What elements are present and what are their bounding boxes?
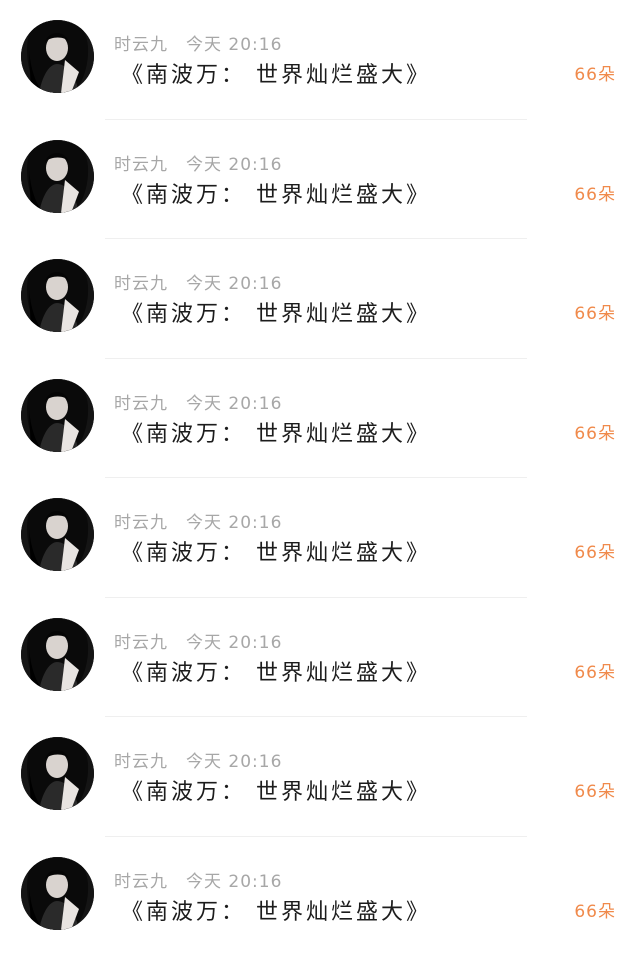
- message-text: 《南波万： 世界灿烂盛大》: [121, 894, 431, 926]
- timestamp: 今天 20:16: [186, 752, 282, 772]
- timestamp: 今天 20:16: [186, 513, 282, 533]
- sender-name[interactable]: 时云九: [114, 394, 168, 414]
- avatar[interactable]: [21, 20, 94, 93]
- flower-count: 66朵: [574, 180, 616, 205]
- list-item[interactable]: 时云九今天 20:16 《南波万： 世界灿烂盛大》 66朵: [0, 837, 640, 956]
- list-item[interactable]: 时云九今天 20:16 《南波万： 世界灿烂盛大》 66朵: [0, 120, 640, 240]
- avatar[interactable]: [21, 618, 94, 691]
- message-text: 《南波万： 世界灿烂盛大》: [121, 177, 431, 209]
- message-text: 《南波万： 世界灿烂盛大》: [121, 416, 431, 448]
- timestamp: 今天 20:16: [186, 872, 282, 892]
- flower-count: 66朵: [574, 777, 616, 802]
- avatar[interactable]: [21, 498, 94, 571]
- flower-count: 66朵: [574, 538, 616, 563]
- list-item[interactable]: 时云九今天 20:16 《南波万： 世界灿烂盛大》 66朵: [0, 0, 640, 120]
- avatar[interactable]: [21, 379, 94, 452]
- message-meta: 时云九今天 20:16: [114, 389, 282, 414]
- sender-name[interactable]: 时云九: [114, 155, 168, 175]
- timestamp: 今天 20:16: [186, 274, 282, 294]
- avatar[interactable]: [21, 737, 94, 810]
- avatar[interactable]: [21, 857, 94, 930]
- sender-name[interactable]: 时云九: [114, 35, 168, 55]
- message-text: 《南波万： 世界灿烂盛大》: [121, 57, 431, 89]
- sender-name[interactable]: 时云九: [114, 872, 168, 892]
- flower-count: 66朵: [574, 897, 616, 922]
- message-meta: 时云九今天 20:16: [114, 628, 282, 653]
- message-text: 《南波万： 世界灿烂盛大》: [121, 296, 431, 328]
- list-item[interactable]: 时云九今天 20:16 《南波万： 世界灿烂盛大》 66朵: [0, 239, 640, 359]
- message-meta: 时云九今天 20:16: [114, 747, 282, 772]
- message-meta: 时云九今天 20:16: [114, 30, 282, 55]
- message-text: 《南波万： 世界灿烂盛大》: [121, 535, 431, 567]
- list-item[interactable]: 时云九今天 20:16 《南波万： 世界灿烂盛大》 66朵: [0, 717, 640, 837]
- message-text: 《南波万： 世界灿烂盛大》: [121, 774, 431, 806]
- avatar[interactable]: [21, 140, 94, 213]
- message-meta: 时云九今天 20:16: [114, 508, 282, 533]
- list-item[interactable]: 时云九今天 20:16 《南波万： 世界灿烂盛大》 66朵: [0, 598, 640, 718]
- timestamp: 今天 20:16: [186, 394, 282, 414]
- timestamp: 今天 20:16: [186, 633, 282, 653]
- sender-name[interactable]: 时云九: [114, 513, 168, 533]
- sender-name[interactable]: 时云九: [114, 633, 168, 653]
- message-meta: 时云九今天 20:16: [114, 867, 282, 892]
- flower-count: 66朵: [574, 658, 616, 683]
- message-meta: 时云九今天 20:16: [114, 150, 282, 175]
- timestamp: 今天 20:16: [186, 35, 282, 55]
- timestamp: 今天 20:16: [186, 155, 282, 175]
- flower-count: 66朵: [574, 419, 616, 444]
- list-item[interactable]: 时云九今天 20:16 《南波万： 世界灿烂盛大》 66朵: [0, 359, 640, 479]
- avatar[interactable]: [21, 259, 94, 332]
- message-meta: 时云九今天 20:16: [114, 269, 282, 294]
- sender-name[interactable]: 时云九: [114, 274, 168, 294]
- flower-count: 66朵: [574, 299, 616, 324]
- list-item[interactable]: 时云九今天 20:16 《南波万： 世界灿烂盛大》 66朵: [0, 478, 640, 598]
- sender-name[interactable]: 时云九: [114, 752, 168, 772]
- message-list: 时云九今天 20:16 《南波万： 世界灿烂盛大》 66朵 时云九今天 20:1…: [0, 0, 640, 951]
- flower-count: 66朵: [574, 60, 616, 85]
- message-text: 《南波万： 世界灿烂盛大》: [121, 655, 431, 687]
